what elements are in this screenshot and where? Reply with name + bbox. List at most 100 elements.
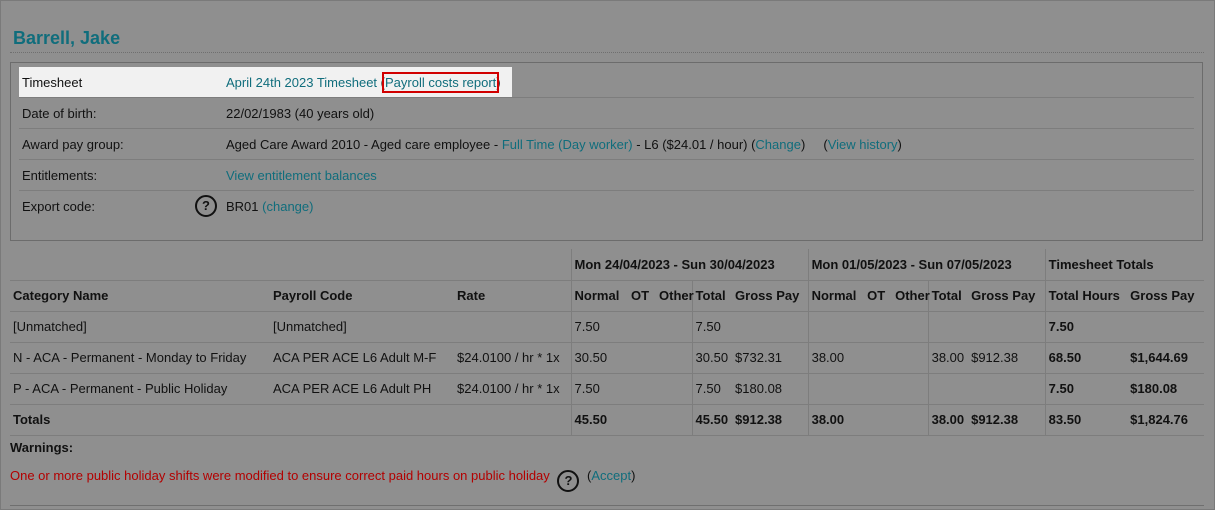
col-p1-normal: Normal (570, 280, 629, 312)
p1-total-cell: 7.50 (691, 311, 733, 343)
p2-total-total: 38.00 (927, 404, 969, 436)
payroll-costs-report-link[interactable]: Payroll costs report (382, 72, 500, 93)
info-row-dob: Date of birth: 22/02/1983 (40 years old) (19, 98, 1194, 129)
timesheet-value: April 24th 2023 Timesheet (Payroll costs… (226, 72, 501, 93)
warning-message: One or more public holiday shifts were m… (10, 468, 550, 483)
title-divider (10, 52, 1204, 53)
table-row: N - ACA - Permanent - Monday to Friday A… (10, 342, 1205, 374)
col-rate: Rate (454, 280, 572, 312)
employee-info-panel: Timesheet April 24th 2023 Timesheet (Pay… (10, 62, 1203, 241)
p1-gross-total: $912.38 (732, 404, 809, 436)
p1-gross-cell: $180.08 (732, 373, 809, 405)
p1-total-cell: 30.50 (691, 342, 733, 374)
p2-total-cell (927, 373, 969, 405)
table-row: [Unmatched] [Unmatched] 7.50 7.50 7.50 (10, 311, 1205, 343)
award-value: Aged Care Award 2010 - Aged care employe… (226, 137, 902, 152)
col-p2-normal: Normal (807, 280, 865, 312)
p2-normal-cell (807, 373, 865, 405)
col-p1-total: Total (691, 280, 733, 312)
info-row-award: Award pay group: Aged Care Award 2010 - … (19, 129, 1194, 160)
award-close: ) (897, 137, 902, 152)
period-header-row: Mon 24/04/2023 - Sun 30/04/2023 Mon 01/0… (10, 249, 1205, 281)
view-history-link[interactable]: View history (828, 137, 898, 152)
employee-name: Barrell, Jake (13, 28, 121, 48)
grand-total-gross: $1,824.76 (1127, 404, 1205, 436)
warnings-label: Warnings: (10, 440, 74, 455)
p2-gross-cell (968, 311, 1046, 343)
bottom-divider (10, 505, 1204, 506)
p2-normal-total: 38.00 (807, 404, 865, 436)
p1-normal-cell: 7.50 (570, 373, 629, 405)
total-gross-cell (1127, 311, 1205, 343)
entitlements-label: Entitlements: (22, 168, 98, 183)
question-circle-icon[interactable]: ? (195, 195, 217, 217)
award-level: - L6 ($24.01 / hour) ( (632, 137, 756, 152)
change-award-link[interactable]: Change (755, 137, 801, 152)
payroll-code-cell: ACA PER ACE L6 Adult M-F (270, 342, 454, 374)
dob-label: Date of birth: (22, 106, 97, 121)
warning-message-line: One or more public holiday shifts were m… (10, 468, 635, 492)
p2-total-cell (927, 311, 969, 343)
col-p1-ot: OT (628, 280, 657, 312)
p1-normal-cell: 7.50 (570, 311, 629, 343)
col-p1-other: Other (656, 280, 694, 312)
total-gross-cell: $1,644.69 (1127, 342, 1205, 374)
p2-gross-total: $912.38 (968, 404, 1046, 436)
award-prefix: Aged Care Award 2010 - Aged care employe… (226, 137, 502, 152)
export-code: BR01 (226, 199, 259, 214)
export-code-label: Export code: (22, 199, 95, 214)
col-p2-other: Other (892, 280, 930, 312)
payroll-code-cell: ACA PER ACE L6 Adult PH (270, 373, 454, 405)
paren-close: ) (496, 75, 501, 90)
timesheet-label: Timesheet (22, 75, 83, 90)
col-category-name: Category Name (10, 280, 270, 312)
total-hours-cell: 7.50 (1044, 311, 1128, 343)
total-hours-cell: 7.50 (1044, 373, 1128, 405)
period-1-header: Mon 24/04/2023 - Sun 30/04/2023 (570, 249, 809, 281)
col-p2-ot: OT (864, 280, 893, 312)
timesheet-table: Mon 24/04/2023 - Sun 30/04/2023 Mon 01/0… (10, 249, 1205, 436)
info-row-entitlements: Entitlements: View entitlement balances (19, 160, 1194, 191)
total-gross-cell: $180.08 (1127, 373, 1205, 405)
p1-gross-cell: $732.31 (732, 342, 809, 374)
p1-normal-total: 45.50 (570, 404, 629, 436)
col-payroll-code: Payroll Code (270, 280, 454, 312)
col-total-hours: Total Hours (1044, 280, 1128, 312)
info-row-timesheet: Timesheet April 24th 2023 Timesheet (Pay… (19, 67, 512, 98)
info-row-export: Export code: ? BR01 (change) (19, 191, 1194, 222)
p1-normal-cell: 30.50 (570, 342, 629, 374)
change-export-code-link[interactable]: (change) (262, 199, 313, 214)
p2-total-cell: 38.00 (927, 342, 969, 374)
accept-link[interactable]: Accept (591, 468, 631, 483)
p2-gross-cell: $912.38 (968, 342, 1046, 374)
rate-cell: $24.0100 / hr * 1x (454, 342, 572, 374)
table-row: P - ACA - Permanent - Public Holiday ACA… (10, 373, 1205, 405)
col-p2-total: Total (927, 280, 969, 312)
category-cell: P - ACA - Permanent - Public Holiday (10, 373, 270, 405)
dob-value: 22/02/1983 (40 years old) (226, 106, 375, 121)
col-p2-gross: Gross Pay (968, 280, 1046, 312)
column-header-row: Category Name Payroll Code Rate Normal O… (10, 280, 1205, 312)
p2-normal-cell (807, 311, 865, 343)
employment-type-link[interactable]: Full Time (Day worker) (502, 137, 633, 152)
view-entitlement-balances-link[interactable]: View entitlement balances (226, 168, 377, 183)
rate-cell (454, 311, 572, 343)
grand-total-hours: 83.50 (1044, 404, 1128, 436)
period-2-header: Mon 01/05/2023 - Sun 07/05/2023 (807, 249, 1046, 281)
question-circle-icon[interactable]: ? (557, 470, 580, 492)
p1-total-total: 45.50 (691, 404, 733, 436)
col-p1-gross: Gross Pay (732, 280, 809, 312)
timesheet-totals-header: Timesheet Totals (1044, 249, 1205, 281)
total-hours-cell: 68.50 (1044, 342, 1128, 374)
award-label: Award pay group: (22, 137, 124, 152)
accept-paren-close: ) (631, 468, 636, 483)
p2-gross-cell (968, 373, 1046, 405)
totals-row: Totals 45.50 45.50 $912.38 38.00 38.00 $… (10, 404, 1205, 436)
totals-label: Totals (10, 404, 270, 436)
award-mid: ) ( (800, 137, 828, 152)
p2-normal-cell: 38.00 (807, 342, 865, 374)
payroll-code-cell: [Unmatched] (270, 311, 454, 343)
category-cell: [Unmatched] (10, 311, 270, 343)
p1-gross-cell (732, 311, 809, 343)
timesheet-link[interactable]: April 24th 2023 Timesheet (226, 75, 377, 90)
